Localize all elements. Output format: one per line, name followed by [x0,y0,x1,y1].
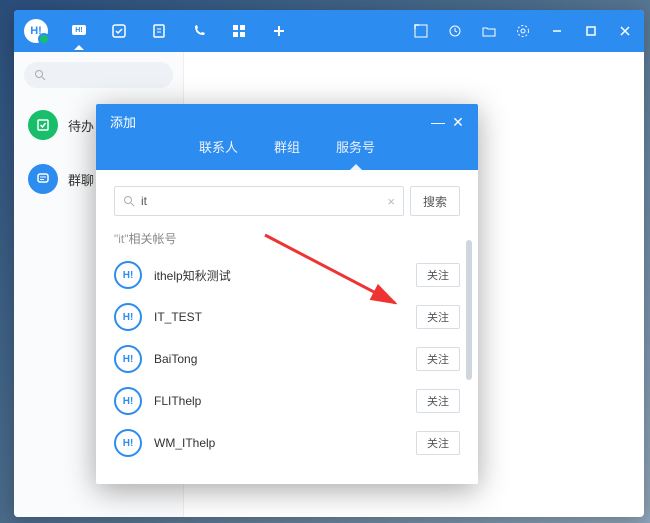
tab-service[interactable]: 服务号 [336,137,375,160]
nav-icons: H! [70,22,288,40]
apps-icon[interactable] [230,22,248,40]
result-row[interactable]: H! IT_TEST 关注 [114,299,460,335]
follow-button[interactable]: 关注 [416,347,460,371]
dialog-minimize-button[interactable]: — [428,115,448,129]
phone-icon[interactable] [190,22,208,40]
follow-button[interactable]: 关注 [416,305,460,329]
result-avatar: H! [114,429,142,457]
dialog-tabs: 联系人 群组 服务号 [96,137,478,170]
result-avatar: H! [114,261,142,289]
clear-search-icon[interactable]: × [387,194,395,209]
add-icon[interactable] [270,22,288,40]
dialog-close-button[interactable]: ✕ [448,115,468,129]
result-name: WM_IThelp [154,436,404,450]
sidebar-item-label: 群聊 [68,170,94,189]
history-icon[interactable] [446,22,464,40]
result-name: ithelp知秋测试 [154,267,404,284]
groupchat-list-icon [28,164,58,194]
add-dialog: 添加 — ✕ 联系人 群组 服务号 it × 搜索 "it"相关帐号 H! it… [96,104,478,484]
svg-text:H!: H! [75,27,82,34]
result-row[interactable]: H! ithelp知秋测试 关注 [114,257,460,293]
chat-icon[interactable]: H! [70,22,88,40]
result-name: IT_TEST [154,310,404,324]
results-hint: "it"相关帐号 [114,230,460,247]
tab-groups[interactable]: 群组 [274,137,300,160]
window-controls [412,22,634,40]
result-name: BaiTong [154,352,404,366]
dialog-search-input[interactable]: it × [114,186,404,216]
results-scrollbar[interactable] [466,240,472,380]
result-avatar: H! [114,387,142,415]
folder-icon[interactable] [480,22,498,40]
dialog-header: 添加 — ✕ 联系人 群组 服务号 [96,104,478,170]
todo-list-icon [28,110,58,140]
search-value: it [141,194,387,208]
minimize-button[interactable] [548,22,566,40]
search-icon [34,69,46,81]
follow-button[interactable]: 关注 [416,263,460,287]
result-row[interactable]: H! BaiTong 关注 [114,341,460,377]
todo-icon[interactable] [110,22,128,40]
doc-icon[interactable] [150,22,168,40]
follow-button[interactable]: 关注 [416,389,460,413]
follow-button[interactable]: 关注 [416,431,460,455]
result-avatar: H! [114,345,142,373]
sidebar-search[interactable] [24,62,173,88]
search-icon [123,195,135,207]
sidebar-item-label: 待办 [68,116,94,135]
titlebar: H! H! [14,10,644,52]
search-button[interactable]: 搜索 [410,186,460,216]
app-logo[interactable]: H! [24,19,48,43]
result-row[interactable]: H! FLIThelp 关注 [114,383,460,419]
maximize-button[interactable] [582,22,600,40]
dialog-title: 添加 [110,112,428,131]
result-name: FLIThelp [154,394,404,408]
result-avatar: H! [114,303,142,331]
screenshot-icon[interactable] [412,22,430,40]
result-row[interactable]: H! WM_IThelp 关注 [114,425,460,461]
results-list: H! ithelp知秋测试 关注 H! IT_TEST 关注 H! BaiTon… [114,257,460,461]
tab-contacts[interactable]: 联系人 [199,137,238,160]
close-button[interactable] [616,22,634,40]
settings-icon[interactable] [514,22,532,40]
dialog-body: it × 搜索 "it"相关帐号 H! ithelp知秋测试 关注 H! IT_… [96,170,478,484]
